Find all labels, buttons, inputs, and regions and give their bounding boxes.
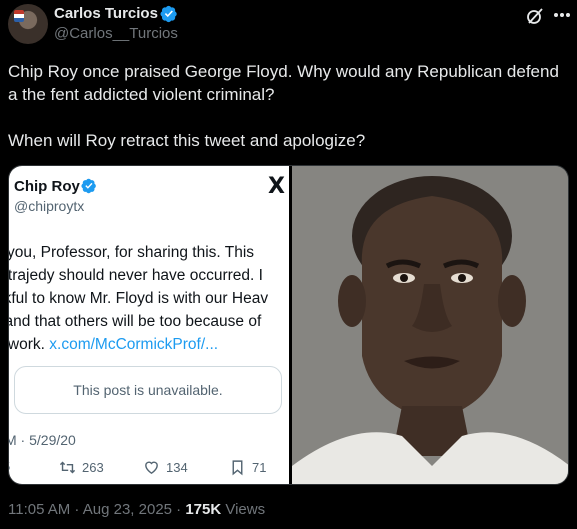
bookmark-icon [232, 460, 243, 476]
author-handle[interactable]: @Carlos__Turcios [54, 25, 178, 42]
embedded-link: x.com/McCormickProf/... [49, 336, 219, 353]
tweet-text: Chip Roy once praised George Floyd. Why … [8, 60, 568, 175]
tweet-header: Carlos Turcios @Carlos__Turcios [0, 0, 577, 56]
grok-icon[interactable] [525, 6, 545, 26]
more-icon[interactable] [553, 12, 571, 18]
heart-icon [145, 461, 158, 475]
embedded-line: r and that others will be too because of [9, 313, 262, 330]
retweet-count: 263 [82, 460, 104, 475]
embedded-verified-badge-icon [81, 178, 96, 194]
avatar[interactable] [8, 4, 48, 44]
views-count: 175K [185, 501, 222, 518]
embedded-line-text: d work. [9, 336, 45, 353]
like-count: 134 [166, 460, 188, 475]
embedded-retweets: 263 [59, 459, 104, 476]
flag-icon [14, 10, 24, 22]
embedded-tweet-text: k you, Professor, for sharing this. This… [9, 241, 289, 356]
tweet-media[interactable]: Chip Roy @chiproytx X k you, Professor, … [8, 165, 569, 485]
embedded-line: e trajedy should never have occurred. I [9, 267, 263, 284]
reply-count: 5 [9, 459, 10, 474]
tweet-paragraph-2: When will Roy retract this tweet and apo… [8, 131, 366, 150]
embedded-bookmarks: 71 [229, 459, 266, 476]
timestamp[interactable]: 11:05 AM · Aug 23, 2025 · [8, 501, 185, 518]
embedded-stats: 5 263 134 71 [9, 459, 288, 479]
mugshot-photo[interactable] [292, 166, 568, 484]
bookmark-count: 71 [252, 460, 267, 475]
x-logo-icon: X [268, 174, 285, 199]
embedded-likes: 134 [143, 459, 188, 476]
embedded-line: d work. x.com/McCormickProf/... [9, 333, 289, 356]
embedded-line: nkful to know Mr. Floyd is with our Heav [9, 290, 269, 307]
retweet-icon [59, 461, 76, 474]
embedded-replies: 5 [9, 459, 10, 474]
embedded-tweet-screenshot[interactable]: Chip Roy @chiproytx X k you, Professor, … [9, 166, 289, 484]
views-label: Views [221, 501, 266, 518]
embedded-date: M · 5/29/20 [9, 432, 76, 448]
embedded-author-name: Chip Roy [14, 178, 80, 195]
tweet-paragraph-1: Chip Roy once praised George Floyd. Why … [8, 62, 559, 104]
embedded-author-handle: @chiproytx [14, 198, 85, 214]
portrait-image [292, 166, 568, 484]
author-display-name[interactable]: Carlos Turcios [54, 5, 158, 22]
unavailable-quote: This post is unavailable. [14, 366, 282, 414]
embedded-line: k you, Professor, for sharing this. This [9, 244, 255, 261]
tweet-footer: 11:05 AM · Aug 23, 2025 · 175K Views [8, 501, 265, 518]
verified-badge-icon[interactable] [160, 5, 178, 23]
